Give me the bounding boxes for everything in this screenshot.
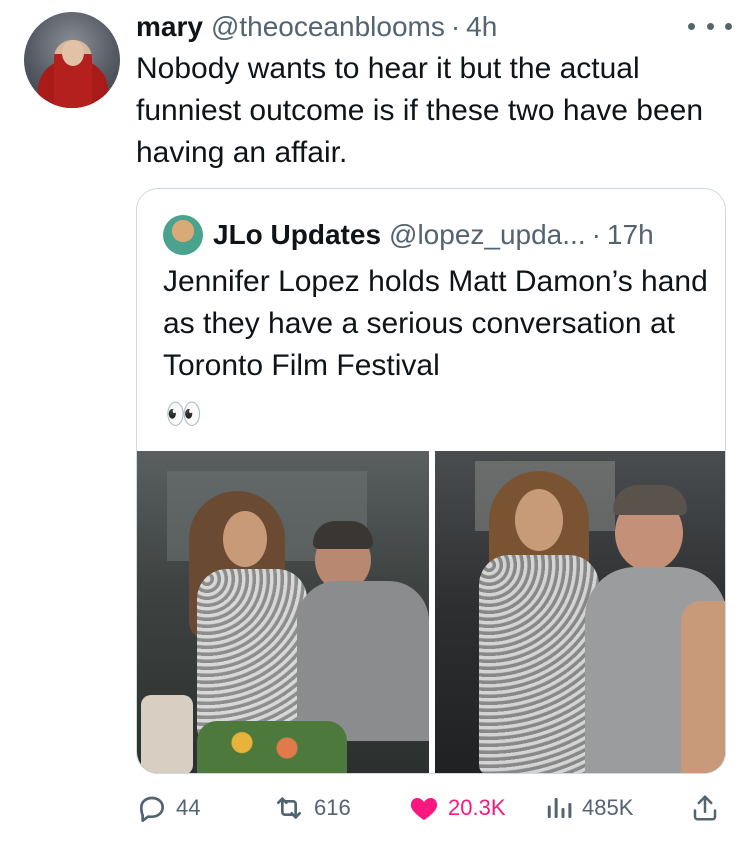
author-name[interactable]: mary xyxy=(136,11,203,43)
views-button[interactable]: 485K xyxy=(544,786,633,830)
eyes-emoji: 👀 xyxy=(165,398,203,431)
quoted-author-handle: @lopez_upda... xyxy=(389,219,586,250)
photo-flowers xyxy=(197,721,347,773)
quoted-tweet[interactable]: JLo Updates @lopez_upda... · 17h Jennife… xyxy=(136,188,726,774)
photo-man-jacket xyxy=(297,581,429,741)
reply-count: 44 xyxy=(176,795,201,820)
heart-icon xyxy=(410,798,438,820)
quoted-author-avatar xyxy=(163,215,203,255)
like-count: 20.3K xyxy=(448,795,506,820)
tweet-timestamp[interactable]: 4h xyxy=(466,11,497,43)
tweet-text: Nobody wants to hear it but the actual f… xyxy=(136,52,704,169)
more-dot xyxy=(725,22,732,30)
photo-man-hair xyxy=(313,521,373,549)
quoted-tweet-text: Jennifer Lopez holds Matt Damon’s hand a… xyxy=(163,265,708,382)
reply-button[interactable]: 44 xyxy=(136,786,200,830)
reply-icon xyxy=(140,796,164,822)
photo-person-face xyxy=(515,489,563,551)
views-count: 485K xyxy=(582,795,634,820)
tweet-actions-bar: 44 616 20.3K 485K xyxy=(0,786,750,830)
photo-handbag xyxy=(141,695,193,773)
media-photo-1[interactable] xyxy=(137,451,429,773)
author-avatar[interactable] xyxy=(24,12,120,108)
retweet-button[interactable]: 616 xyxy=(272,786,351,830)
separator-dot: · xyxy=(591,219,601,250)
more-icon[interactable] xyxy=(688,14,732,38)
quoted-tweet-header: JLo Updates @lopez_upda... · 17h xyxy=(163,215,654,255)
more-dot xyxy=(688,22,695,30)
quoted-tweet-timestamp: 17h xyxy=(606,219,654,250)
photo-person-face xyxy=(223,511,267,567)
photo-sequin-dress xyxy=(197,569,307,739)
like-button[interactable]: 20.3K xyxy=(408,786,506,830)
views-icon xyxy=(547,798,572,818)
separator-dot: · xyxy=(450,11,461,42)
media-photo-2[interactable] xyxy=(435,451,725,773)
more-dot xyxy=(706,22,714,30)
photo-sequin-dress xyxy=(479,555,599,773)
tweet-header: mary @theoceanblooms · 4h xyxy=(136,10,497,44)
photo-side-person xyxy=(681,601,725,773)
share-icon xyxy=(693,795,717,821)
retweet-icon xyxy=(277,797,301,819)
retweet-count: 616 xyxy=(314,795,351,820)
avatar-face xyxy=(62,40,84,66)
author-handle[interactable]: @theoceanblooms xyxy=(211,11,445,43)
share-button[interactable] xyxy=(690,786,728,830)
quoted-author-name: JLo Updates xyxy=(213,219,382,250)
photo-man-hair xyxy=(613,485,687,515)
